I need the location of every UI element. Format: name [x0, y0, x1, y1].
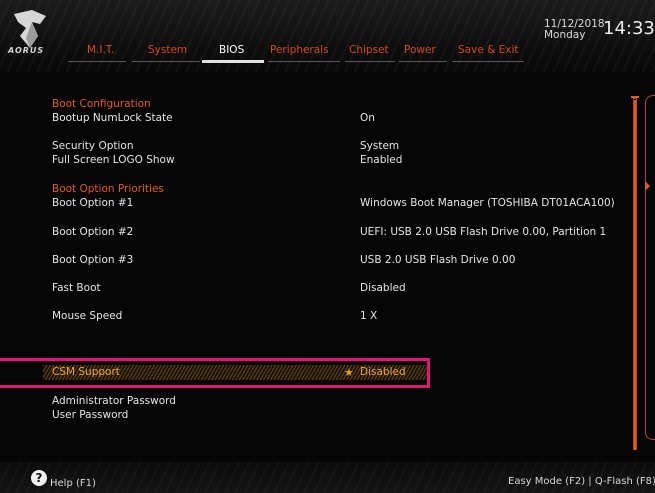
boot-option-1-value[interactable]: Windows Boot Manager (TOSHIBA DT01ACA100… [360, 197, 615, 209]
security-option-label[interactable]: Security Option [52, 140, 134, 152]
side-panel-handle[interactable] [645, 95, 655, 440]
scrollbar-thumb[interactable] [634, 100, 636, 450]
admin-password-label[interactable]: Administrator Password [52, 395, 176, 407]
full-screen-logo-label[interactable]: Full Screen LOGO Show [52, 154, 175, 166]
help-label[interactable]: Help (F1) [50, 478, 96, 489]
date-display: 11/12/2018 Monday [544, 19, 605, 41]
security-option-value[interactable]: System [360, 140, 399, 152]
user-password-label[interactable]: User Password [52, 409, 128, 421]
tab-underline [345, 61, 395, 62]
clock-time: 14:33 [603, 18, 655, 39]
tab-active-underline [202, 60, 264, 63]
section-boot-option-priorities: Boot Option Priorities [52, 183, 164, 195]
day-text: Monday [544, 29, 586, 41]
footer-shortcuts[interactable]: Easy Mode (F2) | Q-Flash (F8) [508, 476, 655, 487]
bootup-numlock-value[interactable]: On [360, 112, 375, 124]
boot-option-2-label[interactable]: Boot Option #2 [52, 226, 133, 238]
boot-option-3-value[interactable]: USB 2.0 USB Flash Drive 0.00 [360, 254, 515, 266]
scrollbar-cap [631, 96, 639, 98]
help-icon[interactable]: ? [31, 470, 47, 486]
chevron-right-icon[interactable] [645, 181, 650, 191]
mouse-speed-label[interactable]: Mouse Speed [52, 310, 122, 322]
tab-power[interactable]: Power [404, 44, 436, 56]
tab-chipset[interactable]: Chipset [349, 44, 389, 56]
fast-boot-value[interactable]: Disabled [360, 282, 406, 294]
tab-mit[interactable]: M.I.T. [87, 44, 114, 56]
tab-underline [399, 61, 447, 62]
boot-option-2-value[interactable]: UEFI: USB 2.0 USB Flash Drive 0.00, Part… [360, 226, 606, 238]
tab-save-exit[interactable]: Save & Exit [458, 44, 519, 56]
tab-system[interactable]: System [148, 44, 187, 56]
tab-peripherals[interactable]: Peripherals [270, 44, 329, 56]
mouse-speed-value[interactable]: 1 X [360, 310, 377, 322]
fast-boot-label[interactable]: Fast Boot [52, 282, 101, 294]
tab-underline [68, 61, 126, 62]
tab-underline [268, 61, 340, 62]
tab-underline [132, 61, 200, 62]
boot-option-3-label[interactable]: Boot Option #3 [52, 254, 133, 266]
logo-text: AORUS [8, 46, 45, 55]
full-screen-logo-value[interactable]: Enabled [360, 154, 402, 166]
highlight-box [0, 358, 430, 388]
tab-underline [452, 61, 524, 62]
section-boot-configuration: Boot Configuration [52, 98, 151, 110]
bootup-numlock-label[interactable]: Bootup NumLock State [52, 112, 173, 124]
tab-bios[interactable]: BIOS [219, 44, 244, 56]
boot-option-1-label[interactable]: Boot Option #1 [52, 197, 133, 209]
